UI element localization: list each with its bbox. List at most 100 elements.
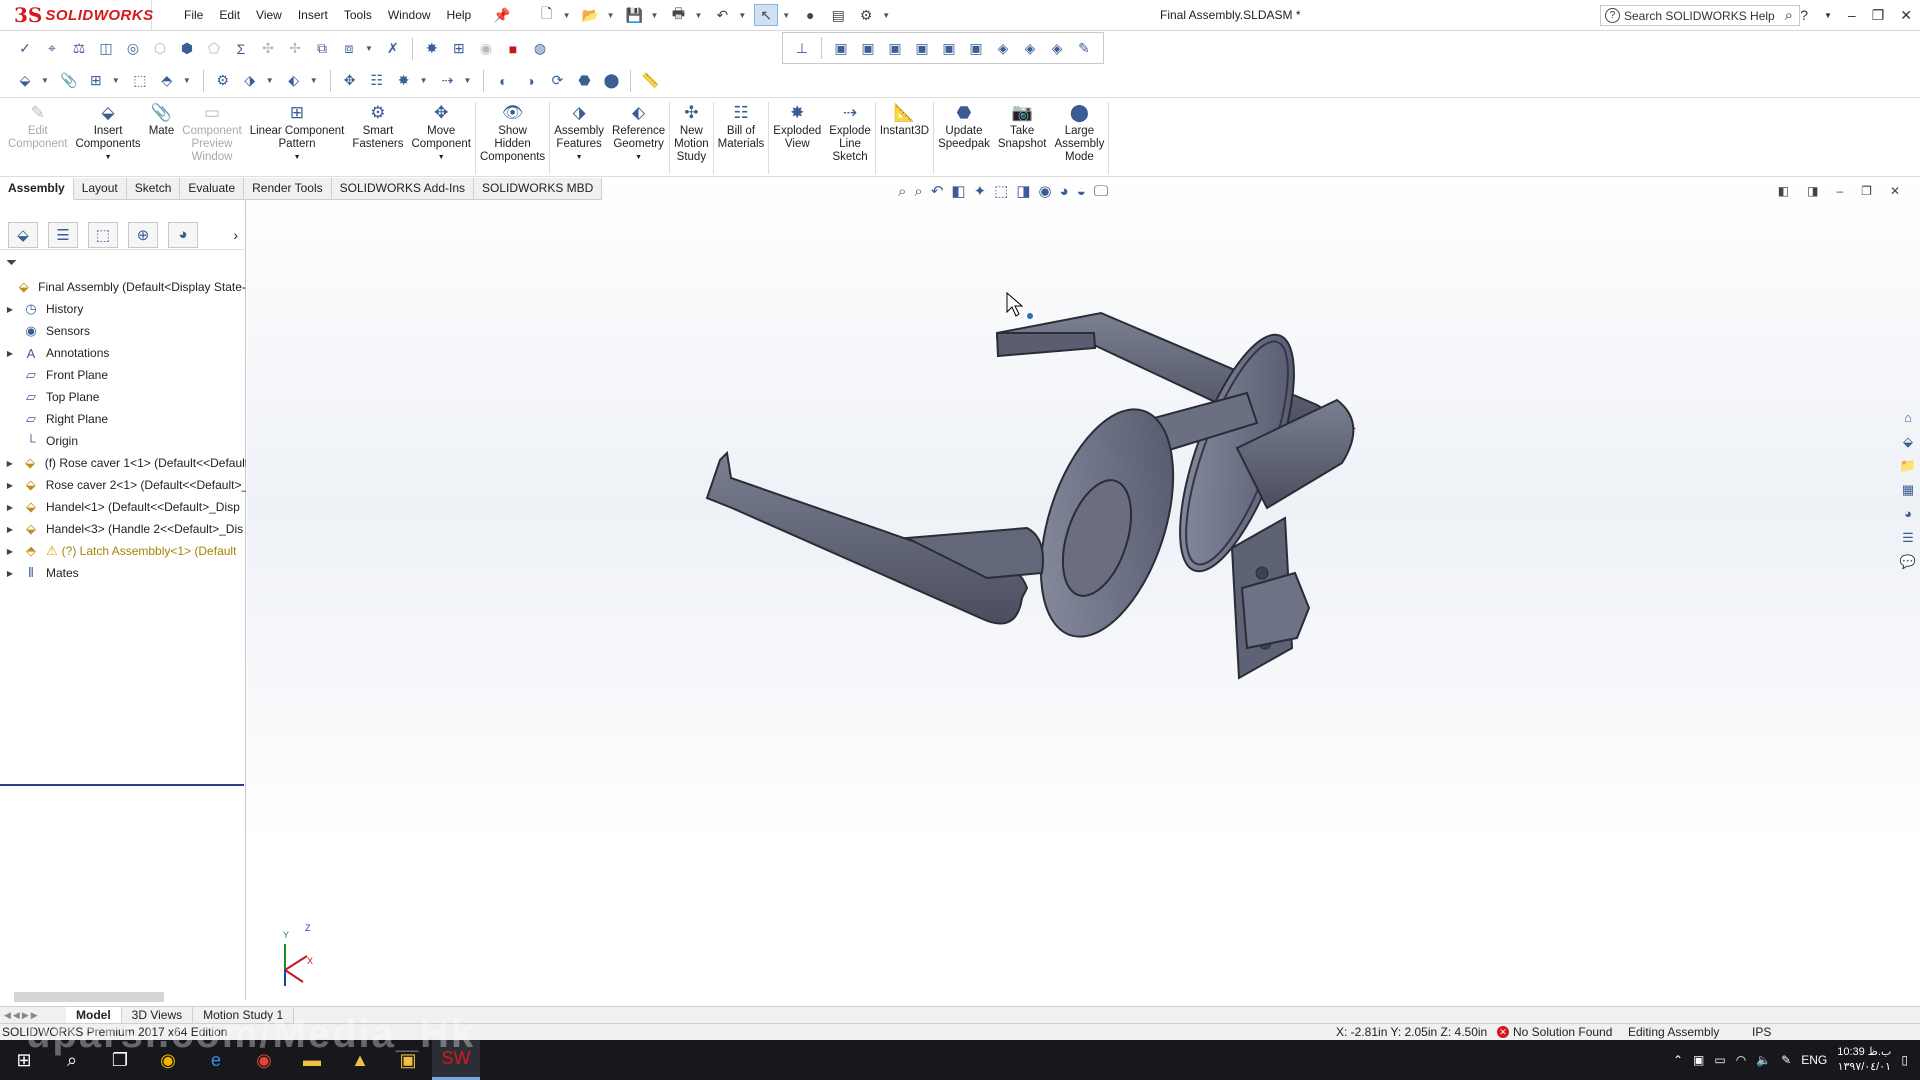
door-lever-assembly-model[interactable] — [247, 178, 1920, 1008]
graphics-area[interactable]: Z X Y ⌂ ⬙ 📁 ▦ ◕ ☰ 💬 — [247, 178, 1920, 1008]
tree-rollback-bar[interactable] — [0, 784, 244, 786]
sum-icon[interactable]: Σ — [230, 38, 252, 60]
delete-icon[interactable]: ✗ — [382, 38, 404, 60]
new-document-icon[interactable]: 🗋 — [535, 4, 559, 26]
hide-show-items-icon[interactable]: ◉ — [1039, 182, 1052, 200]
tree-node[interactable]: ◉ Sensors — [0, 320, 246, 342]
tab-addins[interactable]: SOLIDWORKS Add-Ins — [331, 178, 474, 200]
save-dropdown-icon[interactable]: ▼ — [651, 11, 659, 20]
tab-sketch[interactable]: Sketch — [126, 178, 181, 200]
exploded-view-button[interactable]: ✸ Exploded View — [769, 98, 825, 176]
view-orientation-icon[interactable]: ⬚ — [994, 182, 1008, 200]
check-active-icon[interactable]: ⧈ — [338, 38, 360, 60]
app-icon[interactable]: ▲ — [336, 1040, 384, 1080]
dropdown-icon[interactable]: ▼ — [266, 76, 274, 85]
insert-component-icon[interactable]: ⬙ — [14, 70, 36, 92]
appearances-icon[interactable]: ◕ — [1898, 506, 1918, 524]
take-snapshot-button[interactable]: 📷 Take Snapshot — [994, 98, 1051, 176]
tab-model[interactable]: Model — [66, 1007, 122, 1023]
restore-icon[interactable]: ❐ — [1872, 0, 1885, 31]
forum-icon[interactable]: 💬 — [1898, 554, 1918, 572]
section-properties-icon[interactable]: ◫ — [95, 38, 117, 60]
tab-render-tools[interactable]: Render Tools — [244, 178, 332, 200]
close-icon[interactable]: ✕ — [1900, 0, 1912, 31]
menu-insert[interactable]: Insert — [290, 0, 336, 31]
smart-fasteners-button[interactable]: ⚙ Smart Fasteners — [348, 98, 407, 176]
dimetric-view-icon[interactable]: ◈ — [1046, 37, 1068, 59]
tray-app-icon[interactable]: ▣ — [1693, 1053, 1704, 1067]
apply-scene-icon[interactable]: ◒ — [1077, 183, 1086, 200]
reference-geometry-icon[interactable]: ⬖ — [283, 70, 305, 92]
dropdown-icon[interactable]: ▼ — [41, 76, 49, 85]
left-view-icon[interactable]: ▣ — [884, 37, 906, 59]
doc-close-icon[interactable]: ✕ — [1890, 184, 1900, 198]
zoom-to-fit-icon[interactable]: ⌕ — [898, 183, 906, 200]
expand-arrow-icon[interactable]: ▶ — [4, 547, 16, 556]
linear-component-pattern-button[interactable]: ⊞ Linear Component Pattern ▼ — [246, 98, 349, 176]
print-dropdown-icon[interactable]: ▼ — [694, 11, 702, 20]
expand-arrow-icon[interactable]: ▶ — [4, 569, 16, 578]
ruler-icon[interactable]: 📏 — [639, 70, 661, 92]
mate-small-icon[interactable]: 📎 — [58, 70, 80, 92]
motion-icon[interactable]: ✥ — [339, 70, 361, 92]
file-explorer-icon[interactable]: ▬ — [288, 1040, 336, 1080]
dropdown-icon[interactable]: ▼ — [183, 76, 191, 85]
new-dropdown-icon[interactable]: ▼ — [563, 11, 571, 20]
doc-minimize-icon[interactable]: – — [1836, 184, 1843, 198]
fastener-icon[interactable]: ⚙ — [212, 70, 234, 92]
edge-icon[interactable]: e — [192, 1040, 240, 1080]
windows-start-icon[interactable]: ⊞ — [0, 1040, 48, 1080]
wifi-icon[interactable]: ◠ — [1736, 1053, 1746, 1067]
tab-mbd[interactable]: SOLIDWORKS MBD — [474, 178, 603, 200]
tab-motion-study[interactable]: Motion Study 1 — [193, 1007, 295, 1023]
solidworks-taskbar-icon[interactable]: SW — [432, 1040, 480, 1080]
undo-dropdown-icon[interactable]: ▼ — [738, 11, 746, 20]
sketch-pencil-icon[interactable]: ✎ — [1073, 37, 1095, 59]
clearance-icon[interactable]: ⬢ — [176, 38, 198, 60]
menu-edit[interactable]: Edit — [211, 0, 248, 31]
volume-icon[interactable]: 🔈 — [1756, 1053, 1771, 1067]
top-view-icon[interactable]: ▣ — [938, 37, 960, 59]
tree-node[interactable]: ▶ ◷ History — [0, 298, 246, 320]
bom-icon[interactable]: ☷ — [366, 70, 388, 92]
dropdown-icon[interactable]: ▼ — [112, 76, 120, 85]
dropdown-icon[interactable]: ▼ — [464, 76, 472, 85]
sensor-toolbar-icon[interactable]: ✣ — [257, 38, 279, 60]
filter-icon[interactable]: ⏷ — [6, 254, 17, 271]
front-view-icon[interactable]: ▣ — [830, 37, 852, 59]
display-style-icon[interactable]: ◨ — [1016, 182, 1030, 200]
component-preview-window-button[interactable]: ▭ Component Preview Window — [178, 98, 245, 176]
tree-node[interactable]: ▶ ⬙ Handel<1> (Default<<Default>_Disp — [0, 496, 246, 518]
chrome-canary-icon[interactable]: ◉ — [144, 1040, 192, 1080]
menu-tools[interactable]: Tools — [336, 0, 380, 31]
task-view-icon[interactable]: ❐ — [96, 1040, 144, 1080]
compare-icon[interactable]: ⧉ — [311, 38, 333, 60]
design-check-icon[interactable]: ◉ — [475, 38, 497, 60]
expand-arrow-icon[interactable]: ▶ — [4, 481, 16, 490]
mate-button[interactable]: 📎 Mate — [145, 98, 179, 176]
menu-help[interactable]: Help — [439, 0, 480, 31]
solidworks-logo[interactable]: 3S SOLIDWORKS — [0, 0, 153, 31]
tab-evaluate[interactable]: Evaluate — [180, 178, 245, 200]
units-selector[interactable]: IPS — [1752, 1025, 1771, 1039]
open-icon[interactable]: 📂 — [579, 4, 603, 26]
tree-node[interactable]: ▱ Top Plane — [0, 386, 246, 408]
options-gear-icon[interactable]: ⚙ — [854, 4, 878, 26]
section-view-icon[interactable]: ◧ — [951, 182, 965, 200]
property-manager-tab-icon[interactable]: ☰ — [48, 221, 78, 248]
isometric-view-icon[interactable]: ◈ — [992, 37, 1014, 59]
previous-view-icon[interactable]: ↶ — [931, 182, 944, 200]
large-design-icon[interactable]: ⬤ — [600, 70, 622, 92]
design-library-icon[interactable]: ⬙ — [1898, 434, 1918, 452]
notifications-icon[interactable]: ▯ — [1901, 1053, 1908, 1067]
dropdown-icon[interactable]: ▼ — [438, 151, 445, 164]
explode-line-icon[interactable]: ⇢ — [437, 70, 459, 92]
hole-alignment-icon[interactable]: ⬠ — [203, 38, 225, 60]
assembly-features-button[interactable]: ⬗ Assembly Features ▼ — [550, 98, 608, 176]
tree-node[interactable]: ▶ ⬘ ⚠ (?) Latch Assembbly<1> (Default — [0, 540, 246, 562]
open-dropdown-icon[interactable]: ▼ — [607, 11, 615, 20]
right-view-icon[interactable]: ▣ — [911, 37, 933, 59]
horizontal-scrollbar[interactable] — [0, 988, 246, 1004]
clock[interactable]: 10:39 ب.ظ ١٣٩٧/٠٤/٠١ — [1837, 1045, 1891, 1075]
tree-node[interactable]: ▶ ⬙ (f) Rose caver 1<1> (Default<<Default> — [0, 452, 246, 474]
